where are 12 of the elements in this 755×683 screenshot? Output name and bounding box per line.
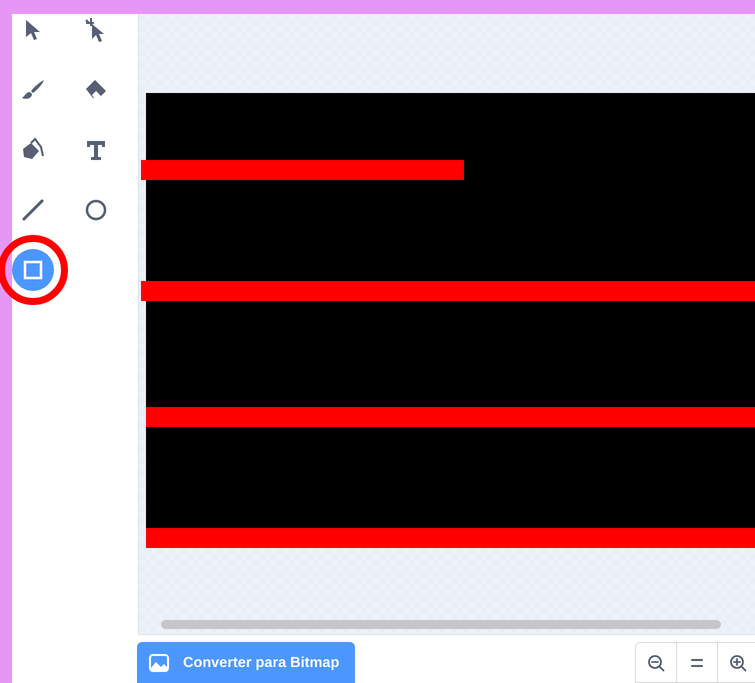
image-icon [149, 654, 169, 672]
line-icon [20, 197, 46, 223]
rectangle-tool-button[interactable] [12, 249, 54, 291]
convert-to-bitmap-button[interactable]: Converter para Bitmap [137, 642, 355, 683]
zoom-in-button[interactable] [717, 642, 755, 683]
zoom-reset-button[interactable] [676, 642, 717, 683]
equals-icon [690, 658, 704, 668]
zoom-out-icon [647, 654, 665, 672]
zoom-out-button[interactable] [635, 642, 676, 683]
zoom-in-icon [729, 654, 747, 672]
circle-icon [83, 197, 109, 223]
horizontal-scrollbar[interactable] [161, 620, 721, 629]
